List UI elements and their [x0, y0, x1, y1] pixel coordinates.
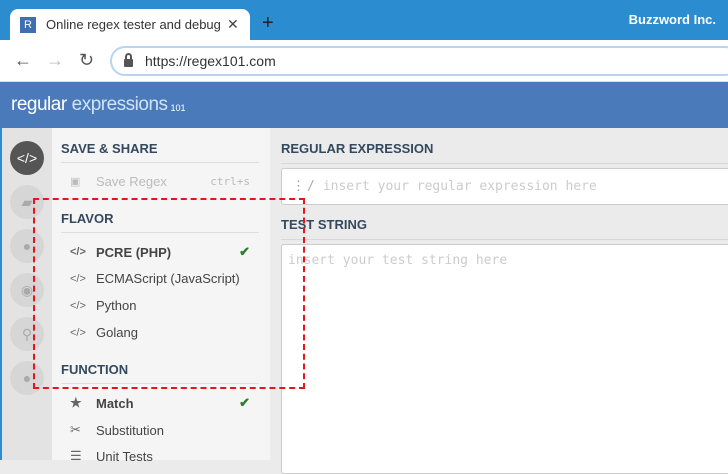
- main-panel: REGULAR EXPRESSION ⋮ / insert your regul…: [270, 128, 728, 474]
- logo-101: 101: [170, 103, 186, 113]
- scissors-icon: ✂: [70, 422, 81, 437]
- new-tab-button[interactable]: +: [262, 12, 274, 35]
- save-shortcut: ctrl+s: [210, 175, 250, 188]
- regex-input[interactable]: ⋮ / insert your regular expression here: [281, 168, 728, 205]
- drag-handle-icon[interactable]: ⋮: [292, 179, 305, 194]
- list-icon: ☰: [70, 448, 82, 463]
- save-share-heading: SAVE & SHARE: [61, 141, 259, 163]
- function-match[interactable]: ★ Match ✔: [70, 395, 250, 411]
- back-icon[interactable]: ←: [14, 50, 32, 71]
- function-unit-tests[interactable]: ☰ Unit Tests: [70, 448, 250, 464]
- highlight-annotation: [33, 198, 305, 389]
- regex-heading: REGULAR EXPRESSION: [281, 141, 728, 164]
- function-label: Match: [96, 395, 134, 411]
- save-regex-label: Save Regex: [96, 174, 167, 189]
- code-icon[interactable]: </>: [10, 141, 44, 175]
- forward-icon[interactable]: →: [46, 50, 64, 71]
- reload-icon[interactable]: ↻: [79, 50, 94, 71]
- url-input[interactable]: https://regex101.com: [110, 46, 728, 76]
- test-string-heading: TEST STRING: [281, 217, 728, 240]
- favicon: R: [20, 16, 36, 33]
- function-label: Substitution: [96, 422, 164, 438]
- regex-placeholder: insert your regular expression here: [322, 179, 597, 194]
- profile-label: Buzzword Inc.: [628, 12, 716, 27]
- lock-icon: [124, 53, 133, 67]
- regex-delimiter: /: [307, 179, 315, 194]
- function-substitution[interactable]: ✂ Substitution: [70, 422, 250, 438]
- check-icon: ✔: [239, 395, 250, 410]
- logo-expressions: expressions: [71, 94, 168, 115]
- site-header: regular expressions 101: [0, 82, 728, 128]
- tab-title: Online regex tester and debugger: [46, 17, 221, 32]
- function-label: Unit Tests: [96, 448, 153, 464]
- test-string-placeholder: insert your test string here: [288, 253, 508, 268]
- logo[interactable]: regular: [11, 94, 67, 116]
- browser-tab[interactable]: R Online regex tester and debugger ✕: [10, 9, 250, 40]
- close-tab-icon[interactable]: ✕: [227, 16, 239, 33]
- test-string-input[interactable]: insert your test string here: [281, 244, 728, 474]
- star-icon: ★: [70, 395, 82, 410]
- address-bar-row: ← → ↻ https://regex101.com: [0, 40, 728, 82]
- url-text: https://regex101.com: [145, 53, 276, 69]
- browser-tab-bar: R Online regex tester and debugger ✕ + B…: [0, 0, 728, 40]
- save-regex-button[interactable]: ▣ Save Regex ctrl+s: [70, 174, 250, 189]
- save-icon: ▣: [70, 176, 81, 188]
